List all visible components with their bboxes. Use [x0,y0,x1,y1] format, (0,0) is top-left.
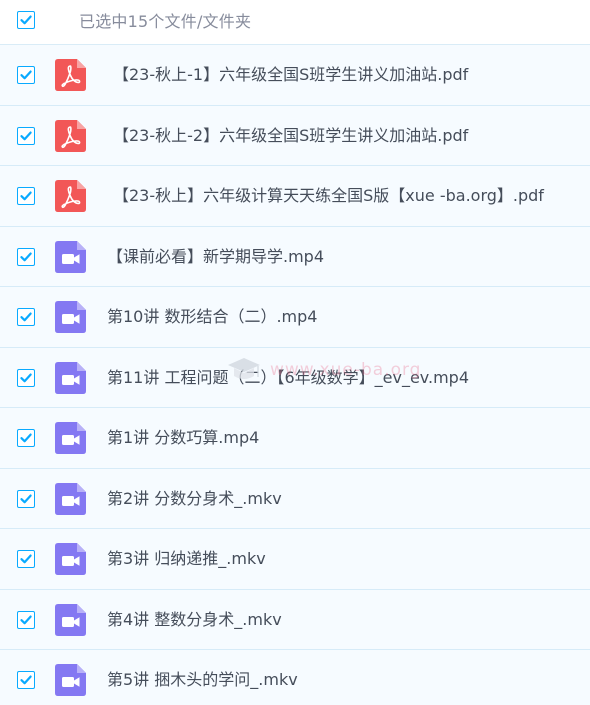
file-row[interactable]: 【23-秋上-2】六年级全国S班学生讲义加油站.pdf [0,105,590,166]
pdf-icon [55,59,86,91]
checkmark-icon [20,15,32,25]
video-icon [55,361,86,394]
file-checkbox[interactable] [17,187,35,205]
file-checkbox[interactable] [17,489,35,508]
checkmark-icon [20,131,32,140]
video-icon [55,422,86,454]
file-name[interactable]: 第11讲 工程问题（二）【6年级数学】_ev_ev.mp4 [107,348,469,408]
file-checkbox[interactable] [17,66,35,84]
file-name[interactable]: 第10讲 数形结合（二）.mp4 [107,287,317,347]
checkmark-icon [20,675,32,685]
video-icon [55,603,86,636]
file-name[interactable]: 第2讲 分数分身术_.mkv [107,469,282,529]
checkmark-icon [20,191,32,201]
checkmark-icon [20,312,32,322]
file-name[interactable]: 【23-秋上-2】六年级全国S班学生讲义加油站.pdf [113,106,468,166]
file-name[interactable]: 第4讲 整数分身术_.mkv [107,590,282,650]
file-row[interactable]: 第4讲 整数分身术_.mkv [0,589,590,650]
file-name[interactable]: 【课前必看】新学期导学.mp4 [107,227,324,287]
pdf-icon [55,180,86,212]
file-row[interactable]: 【23-秋上】六年级计算天天练全国S版【xue -ba.org】.pdf [0,166,590,227]
file-checkbox[interactable] [17,429,35,447]
file-row[interactable]: 第5讲 捆木头的学问_.mkv [0,650,590,705]
checkmark-icon [20,554,32,564]
file-name[interactable]: 第1讲 分数巧算.mp4 [107,408,259,468]
file-name[interactable]: 第5讲 捆木头的学问_.mkv [107,650,298,705]
selection-count-label: 已选中15个文件/文件夹 [79,12,252,31]
file-name[interactable]: 【23-秋上】六年级计算天天练全国S版【xue -ba.org】.pdf [113,166,544,226]
file-checkbox[interactable] [17,550,35,568]
file-name[interactable]: 【23-秋上-1】六年级全国S班学生讲义加油站.pdf [113,45,468,105]
file-row[interactable]: 第3讲 归纳递推_.mkv [0,529,590,590]
file-row[interactable]: 第10讲 数形结合（二）.mp4 [0,287,590,348]
video-icon [55,482,86,515]
file-row[interactable]: 第11讲 工程问题（二）【6年级数学】_ev_ev.mp4 [0,347,590,408]
checkmark-icon [20,252,32,261]
file-name[interactable]: 第3讲 归纳递推_.mkv [107,529,266,589]
file-checkbox[interactable] [17,247,35,266]
video-icon [55,301,86,333]
checkmark-icon [20,433,32,443]
file-checkbox[interactable] [17,368,35,387]
video-icon [55,240,86,273]
selection-header: 已选中15个文件/文件夹 [0,0,590,45]
pdf-icon [55,119,86,152]
checkmark-icon [20,373,32,382]
checkmark-icon [20,494,32,503]
select-all-checkbox[interactable] [17,11,35,29]
checkmark-icon [20,70,32,80]
file-row[interactable]: 第2讲 分数分身术_.mkv [0,468,590,529]
video-icon [55,664,86,696]
file-row[interactable]: 第1讲 分数巧算.mp4 [0,408,590,469]
file-list: 已选中15个文件/文件夹 【23-秋上-1】六年级全国S班学生讲义加油站.pdf… [0,0,590,705]
file-checkbox[interactable] [17,610,35,629]
checkmark-icon [20,615,32,624]
file-checkbox[interactable] [17,308,35,326]
file-row[interactable]: 【23-秋上-1】六年级全国S班学生讲义加油站.pdf [0,45,590,106]
file-row[interactable]: 【课前必看】新学期导学.mp4 [0,226,590,287]
file-checkbox[interactable] [17,126,35,145]
video-icon [55,543,86,575]
file-checkbox[interactable] [17,671,35,689]
file-rows: 【23-秋上-1】六年级全国S班学生讲义加油站.pdf 【23-秋上-2】六年级全… [0,45,590,705]
